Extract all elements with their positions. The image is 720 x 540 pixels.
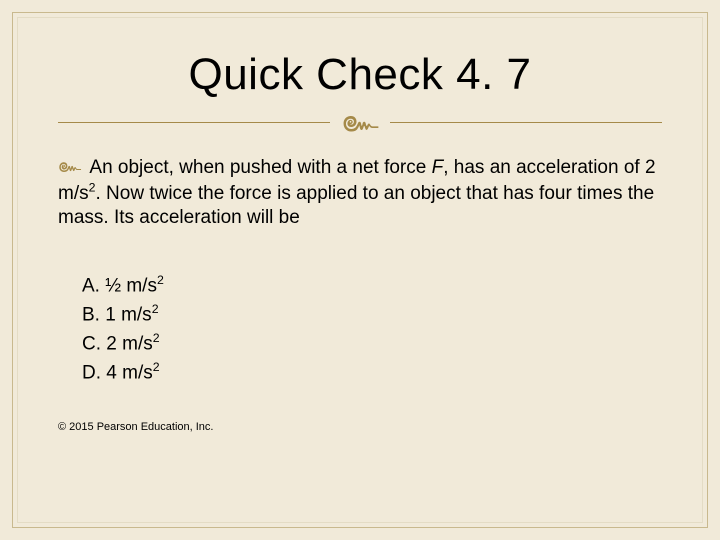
option-b: B. 1 m/s2: [82, 301, 662, 328]
superscript: 2: [153, 360, 160, 374]
option-a: A. ½ m/s2: [82, 272, 662, 299]
answer-options: A. ½ m/s2 B. 1 m/s2 C. 2 m/s2 D. 4 m/s2: [82, 272, 662, 386]
superscript: 2: [152, 302, 159, 316]
question-variable: F: [432, 157, 444, 178]
option-label: A.: [82, 276, 100, 297]
question-part: An object, when pushed with a net force: [89, 157, 431, 178]
option-value: 2 m/s: [106, 334, 152, 355]
option-label: B.: [82, 305, 100, 326]
option-label: D.: [82, 363, 101, 384]
option-value: 1 m/s: [105, 305, 151, 326]
slide-title: Quick Check 4. 7: [58, 50, 662, 100]
option-label: C.: [82, 334, 101, 355]
superscript: 2: [157, 273, 164, 287]
slide-inner-border: Quick Check 4. 7 ๛ ๛ An object, when pus…: [17, 17, 703, 523]
question-text: ๛ An object, when pushed with a net forc…: [58, 154, 662, 230]
option-d: D. 4 m/s2: [82, 359, 662, 386]
bullet-icon: ๛: [58, 154, 81, 180]
decorative-divider: ๛: [58, 108, 662, 136]
flourish-icon: ๛: [341, 104, 378, 136]
copyright-text: © 2015 Pearson Education, Inc.: [58, 420, 218, 434]
option-c: C. 2 m/s2: [82, 330, 662, 357]
slide-outer-border: Quick Check 4. 7 ๛ ๛ An object, when pus…: [12, 12, 708, 528]
option-value: ½ m/s: [105, 276, 157, 297]
question-part: . Now twice the force is applied to an o…: [58, 183, 654, 228]
superscript: 2: [153, 331, 160, 345]
option-value: 4 m/s: [106, 363, 152, 384]
